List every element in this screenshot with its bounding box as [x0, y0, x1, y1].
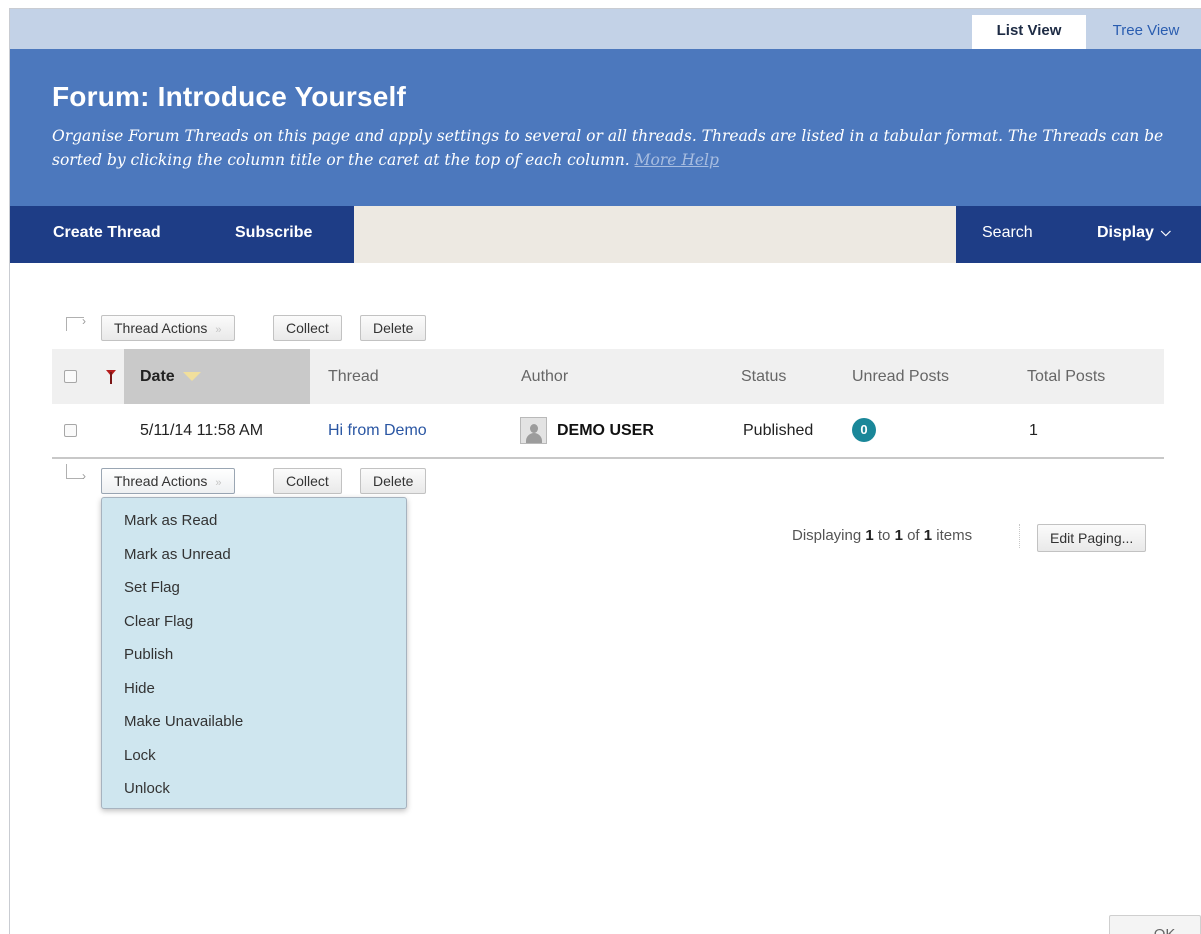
- subscribe-button[interactable]: Subscribe: [235, 206, 312, 263]
- thread-actions-button-top[interactable]: Thread Actions »: [101, 315, 235, 341]
- double-chevron-down-icon: »: [215, 477, 222, 489]
- view-tab-strip: List View Tree View: [10, 9, 1201, 56]
- thread-actions-label: Thread Actions: [114, 473, 208, 489]
- page-title: Forum: Introduce Yourself: [52, 81, 406, 112]
- back-arrow-icon: ←: [1135, 926, 1150, 934]
- search-button[interactable]: Search: [982, 206, 1033, 263]
- paging-divider: [1019, 524, 1020, 548]
- tab-tree-view[interactable]: Tree View: [1098, 15, 1194, 49]
- avatar: [520, 417, 547, 444]
- paging-of-word: of: [907, 527, 920, 544]
- row-thread-link[interactable]: Hi from Demo: [328, 404, 427, 457]
- threads-table-header: Date Thread Author Status Unread Posts T…: [52, 349, 1164, 404]
- column-date[interactable]: Date: [124, 349, 310, 404]
- row-total-posts: 1: [1029, 422, 1038, 439]
- thread-actions-label: Thread Actions: [114, 320, 208, 336]
- chevron-down-icon: ⌵: [1160, 224, 1171, 239]
- sort-desc-icon: [182, 372, 201, 382]
- select-arrow-icon: ›: [62, 314, 88, 339]
- double-chevron-down-icon: »: [215, 324, 222, 336]
- page-header: Forum: Introduce Yourself Organise Forum…: [10, 49, 1201, 206]
- paging-summary: Displaying 1 to 1 of 1 items: [792, 527, 972, 544]
- ok-button[interactable]: ← OK: [1109, 915, 1201, 934]
- instructions-text: Organise Forum Threads on this page and …: [52, 127, 1164, 169]
- column-status[interactable]: Status: [741, 349, 786, 404]
- column-author[interactable]: Author: [521, 349, 568, 404]
- select-all-checkbox[interactable]: [64, 370, 77, 383]
- action-bar-spacer: [354, 206, 956, 263]
- delete-button-top[interactable]: Delete: [360, 315, 427, 341]
- ok-label: OK: [1154, 926, 1176, 934]
- more-help-link[interactable]: More Help: [635, 151, 719, 169]
- row-status: Published: [743, 422, 814, 439]
- thread-actions-button-bottom[interactable]: Thread Actions »: [101, 468, 235, 494]
- paging-prefix: Displaying: [792, 527, 862, 544]
- column-date-label: Date: [140, 368, 175, 385]
- menu-item-lock[interactable]: Lock: [102, 739, 406, 773]
- row-checkbox[interactable]: [64, 424, 77, 437]
- forum-page: List View Tree View Forum: Introduce You…: [9, 8, 1201, 934]
- column-total-posts[interactable]: Total Posts: [1027, 349, 1105, 404]
- thread-actions-menu: Mark as Read Mark as Unread Set Flag Cle…: [101, 497, 407, 809]
- collect-button-top[interactable]: Collect: [273, 315, 342, 341]
- paging-total: 1: [923, 527, 933, 544]
- row-date: 5/11/14 11:58 AM: [140, 422, 264, 439]
- menu-item-set-flag[interactable]: Set Flag: [102, 571, 406, 605]
- paging-to: 1: [894, 527, 903, 544]
- action-bar: Create Thread Subscribe Search Display ⌵: [10, 206, 1201, 263]
- tab-list-view[interactable]: List View: [972, 15, 1086, 56]
- menu-item-publish[interactable]: Publish: [102, 638, 406, 672]
- column-thread[interactable]: Thread: [328, 349, 379, 404]
- menu-item-clear-flag[interactable]: Clear Flag: [102, 605, 406, 639]
- page-instructions: Organise Forum Threads on this page and …: [52, 124, 1172, 172]
- delete-button-bottom[interactable]: Delete: [360, 468, 427, 494]
- paging-from: 1: [865, 527, 874, 544]
- table-row: 5/11/14 11:58 AM Hi from Demo DEMO USER …: [52, 404, 1164, 459]
- select-arrow-icon: ›: [62, 464, 88, 486]
- menu-item-mark-as-read[interactable]: Mark as Read: [102, 504, 406, 538]
- column-unread-posts[interactable]: Unread Posts: [852, 349, 949, 404]
- menu-item-mark-as-unread[interactable]: Mark as Unread: [102, 538, 406, 572]
- flag-icon[interactable]: [106, 370, 116, 384]
- display-label: Display: [1097, 224, 1154, 241]
- create-thread-button[interactable]: Create Thread: [53, 206, 161, 263]
- edit-paging-button[interactable]: Edit Paging...: [1037, 524, 1147, 552]
- display-menu-button[interactable]: Display ⌵: [1097, 206, 1171, 263]
- paging-suffix: items: [936, 527, 973, 544]
- menu-item-hide[interactable]: Hide: [102, 672, 406, 706]
- collect-button-bottom[interactable]: Collect: [273, 468, 342, 494]
- menu-item-unlock[interactable]: Unlock: [102, 772, 406, 806]
- paging-to-word: to: [877, 527, 891, 544]
- menu-item-make-unavailable[interactable]: Make Unavailable: [102, 705, 406, 739]
- row-author: DEMO USER: [557, 422, 654, 439]
- unread-count-badge[interactable]: 0: [852, 418, 876, 442]
